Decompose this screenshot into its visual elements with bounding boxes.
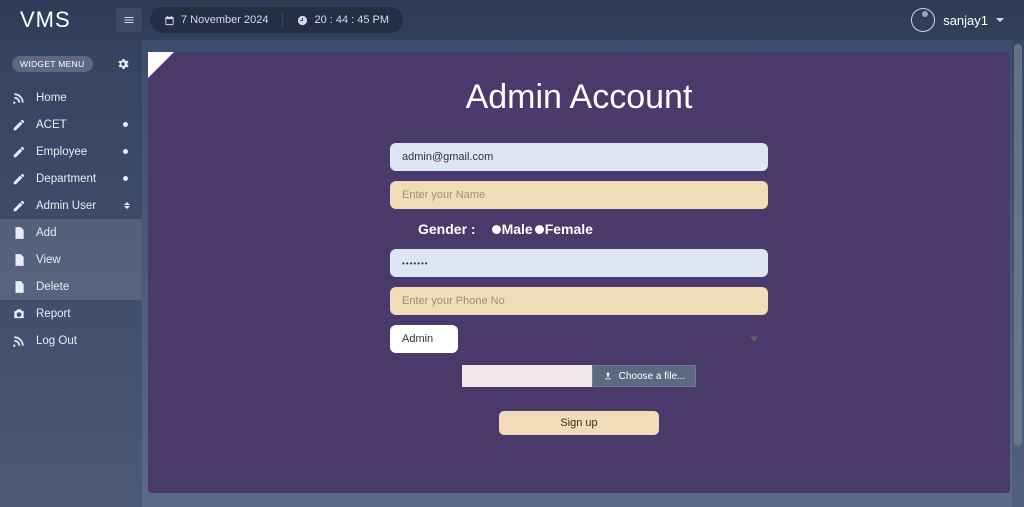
edit-icon <box>12 118 26 132</box>
gender-male-label: Male <box>502 221 533 237</box>
dot-icon <box>123 176 128 181</box>
signup-button[interactable]: Sign up <box>499 411 659 435</box>
edit-icon <box>12 172 26 186</box>
sidebar-item-label: Admin User <box>36 200 96 212</box>
sidebar-item-logout[interactable]: Log Out <box>0 327 142 354</box>
page-title: Admin Account <box>466 78 693 117</box>
panel-corner-fold <box>148 52 174 78</box>
sidebar-item-label: Employee <box>36 146 87 158</box>
role-select[interactable]: Admin <box>390 325 458 353</box>
phone-field[interactable] <box>390 287 768 315</box>
upload-icon <box>603 371 613 381</box>
name-field[interactable] <box>390 181 768 209</box>
document-icon <box>12 253 26 267</box>
sidebar-toggle-button[interactable] <box>116 8 142 32</box>
gear-icon[interactable] <box>116 57 130 71</box>
sidebar-item-label: Log Out <box>36 335 77 347</box>
edit-icon <box>12 145 26 159</box>
document-icon <box>12 280 26 294</box>
sidebar-item-label: Add <box>36 227 56 239</box>
file-preview-box <box>462 365 592 387</box>
edit-icon <box>12 199 26 213</box>
username-text: sanjay1 <box>943 13 988 28</box>
sidebar-item-label: Delete <box>36 281 69 293</box>
topbar: VMS 7 November 2024 20 : 44 : 45 PM sanj… <box>0 0 1024 40</box>
sidebar-item-home[interactable]: Home <box>0 84 142 111</box>
choose-file-label: Choose a file... <box>619 371 686 382</box>
radio-icon <box>492 225 501 234</box>
calendar-icon <box>164 15 175 26</box>
sidebar-item-employee[interactable]: Employee <box>0 138 142 165</box>
sidebar-item-admin-user[interactable]: Admin User <box>0 192 142 219</box>
sidebar-item-department[interactable]: Department <box>0 165 142 192</box>
sidebar-item-acet[interactable]: ACET <box>0 111 142 138</box>
date-display: 7 November 2024 <box>164 14 268 26</box>
sidebar-item-label: Report <box>36 308 71 320</box>
clock-icon <box>297 15 308 26</box>
admin-form: Gender : Male Female <box>390 143 768 435</box>
chevron-down-icon <box>996 18 1004 22</box>
sidebar-item-delete[interactable]: Delete <box>0 273 142 300</box>
sidebar-heading: WIDGET MENU <box>12 56 93 72</box>
scrollbar-thumb[interactable] <box>1014 44 1022 446</box>
file-upload-row: Choose a file... <box>390 365 768 387</box>
rss-icon <box>12 334 26 348</box>
document-icon <box>12 226 26 240</box>
sidebar-item-label: View <box>36 254 61 266</box>
hamburger-icon <box>123 14 135 26</box>
time-text: 20 : 44 : 45 PM <box>314 14 389 26</box>
avatar-icon <box>911 8 935 32</box>
camera-icon <box>12 307 26 321</box>
gender-female-radio[interactable]: Female <box>535 221 593 237</box>
datetime-pill: 7 November 2024 20 : 44 : 45 PM <box>150 7 403 33</box>
sidebar-item-label: ACET <box>36 119 67 131</box>
email-field[interactable] <box>390 143 768 171</box>
radio-icon <box>535 225 544 234</box>
sidebar-item-add[interactable]: Add <box>0 219 142 246</box>
gender-female-label: Female <box>545 221 593 237</box>
gender-label: Gender : <box>418 221 476 237</box>
sidebar: WIDGET MENU Home ACET Employee Departmen… <box>0 40 142 507</box>
main-canvas: Admin Account Gender : Male Female <box>142 40 1024 507</box>
sidebar-item-label: Home <box>36 92 67 104</box>
role-select-wrap: Admin <box>390 325 768 353</box>
time-display: 20 : 44 : 45 PM <box>297 14 389 26</box>
admin-account-panel: Admin Account Gender : Male Female <box>148 52 1010 493</box>
user-menu[interactable]: sanjay1 <box>911 8 1014 32</box>
scrollbar-track[interactable] <box>1012 40 1024 507</box>
sidebar-item-label: Department <box>36 173 96 185</box>
sort-icon <box>124 202 130 209</box>
gender-row: Gender : Male Female <box>390 219 768 239</box>
dot-icon <box>123 122 128 127</box>
password-field[interactable] <box>390 249 768 277</box>
date-text: 7 November 2024 <box>181 14 268 26</box>
gender-male-radio[interactable]: Male <box>492 221 533 237</box>
choose-file-button[interactable]: Choose a file... <box>592 365 697 387</box>
rss-icon <box>12 91 26 105</box>
datetime-separator <box>282 13 283 27</box>
dot-icon <box>123 149 128 154</box>
sidebar-item-view[interactable]: View <box>0 246 142 273</box>
sidebar-item-report[interactable]: Report <box>0 300 142 327</box>
sidebar-nav: Home ACET Employee Department Admin User <box>0 84 142 354</box>
app-logo: VMS <box>10 7 116 33</box>
